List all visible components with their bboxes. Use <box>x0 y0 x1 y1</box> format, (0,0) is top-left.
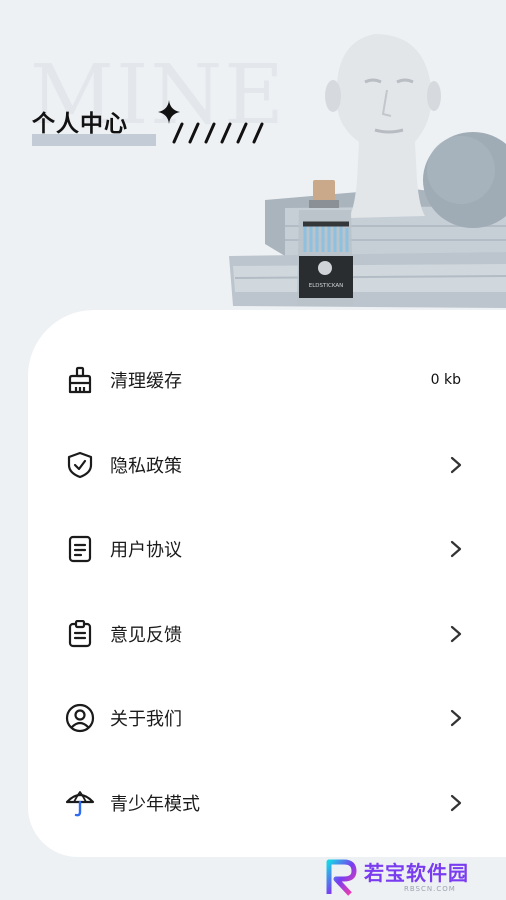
shield-check-icon <box>64 449 96 481</box>
decor-illustration: ELDSTICKAN <box>229 34 506 308</box>
menu-item-clear-cache[interactable]: 清理缓存 0 kb <box>64 360 464 400</box>
chevron-right-icon <box>448 624 464 644</box>
site-logo: 若宝软件园 RBSCN.COM <box>322 856 506 900</box>
menu-item-label: 用户协议 <box>110 540 182 561</box>
menu-item-label: 隐私政策 <box>110 456 182 477</box>
bottle-label: ELDSTICKAN <box>309 283 343 289</box>
slash-decoration-icon <box>172 122 264 144</box>
menu-item-label: 意见反馈 <box>110 625 182 646</box>
umbrella-icon <box>64 787 96 819</box>
clipboard-icon <box>64 618 96 650</box>
logo-mark-icon <box>326 859 357 896</box>
menu-item-feedback[interactable]: 意见反馈 <box>64 614 464 654</box>
menu-item-about-us[interactable]: 关于我们 <box>64 698 464 738</box>
chevron-right-icon <box>448 793 464 813</box>
page-title-group: 个人中心 <box>32 104 156 146</box>
menu-item-label: 关于我们 <box>110 709 182 730</box>
page-title: 个人中心 <box>32 110 128 137</box>
menu-item-teen-mode[interactable]: 青少年模式 <box>64 783 464 823</box>
menu-item-privacy-policy[interactable]: 隐私政策 <box>64 445 464 485</box>
chevron-right-icon <box>448 455 464 475</box>
menu-item-label: 清理缓存 <box>110 371 182 392</box>
chevron-right-icon <box>448 708 464 728</box>
cache-size-value: 0 kb <box>430 372 461 388</box>
menu-item-label: 青少年模式 <box>110 794 200 815</box>
broom-icon <box>64 364 96 396</box>
logo-site-text: RBSCN.COM <box>404 885 456 893</box>
menu-item-user-agreement[interactable]: 用户协议 <box>64 529 464 569</box>
chevron-right-icon <box>448 539 464 559</box>
header-hero: MINE ELDSTICKAN 个人中心 <box>0 0 506 330</box>
user-circle-icon <box>64 702 96 734</box>
document-icon <box>64 533 96 565</box>
logo-brand-text: 若宝软件园 <box>364 861 469 885</box>
